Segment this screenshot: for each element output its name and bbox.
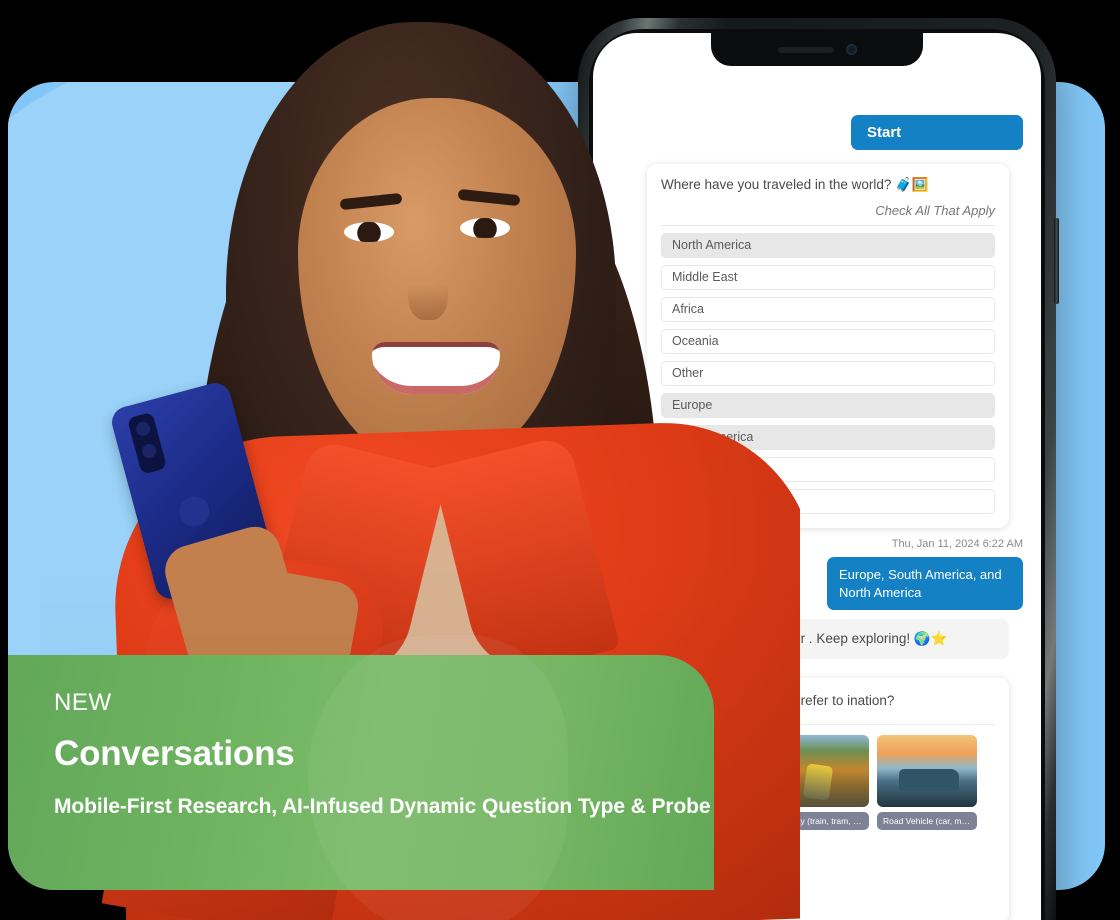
banner-subtitle: Mobile-First Research, AI-Infused Dynami…: [54, 795, 711, 818]
promo-banner-screenshot: Start Where have you traveled in the wor…: [0, 0, 1120, 920]
front-camera-icon: [845, 44, 857, 55]
banner-eyebrow: NEW: [54, 689, 112, 716]
road-vehicle-thumbnail: [877, 734, 977, 807]
speaker-grille-icon: [777, 46, 834, 53]
phone-power-button[interactable]: [1054, 218, 1059, 304]
message-timestamp: Thu, Jan 11, 2024 6:22 AM: [891, 538, 1023, 550]
image-option-label: Road Vehicle (car, motorc...: [877, 811, 977, 830]
banner-title: Conversations: [54, 734, 295, 773]
image-option-card[interactable]: Road Vehicle (car, motorc...: [877, 734, 977, 830]
feature-banner: NEW Conversations Mobile-First Research,…: [8, 635, 714, 920]
start-button[interactable]: Start: [851, 115, 1023, 150]
user-message-bubble: Europe, South America, and North America: [827, 557, 1023, 611]
phone-notch: [711, 33, 923, 66]
start-button-row: Start: [851, 115, 1023, 150]
